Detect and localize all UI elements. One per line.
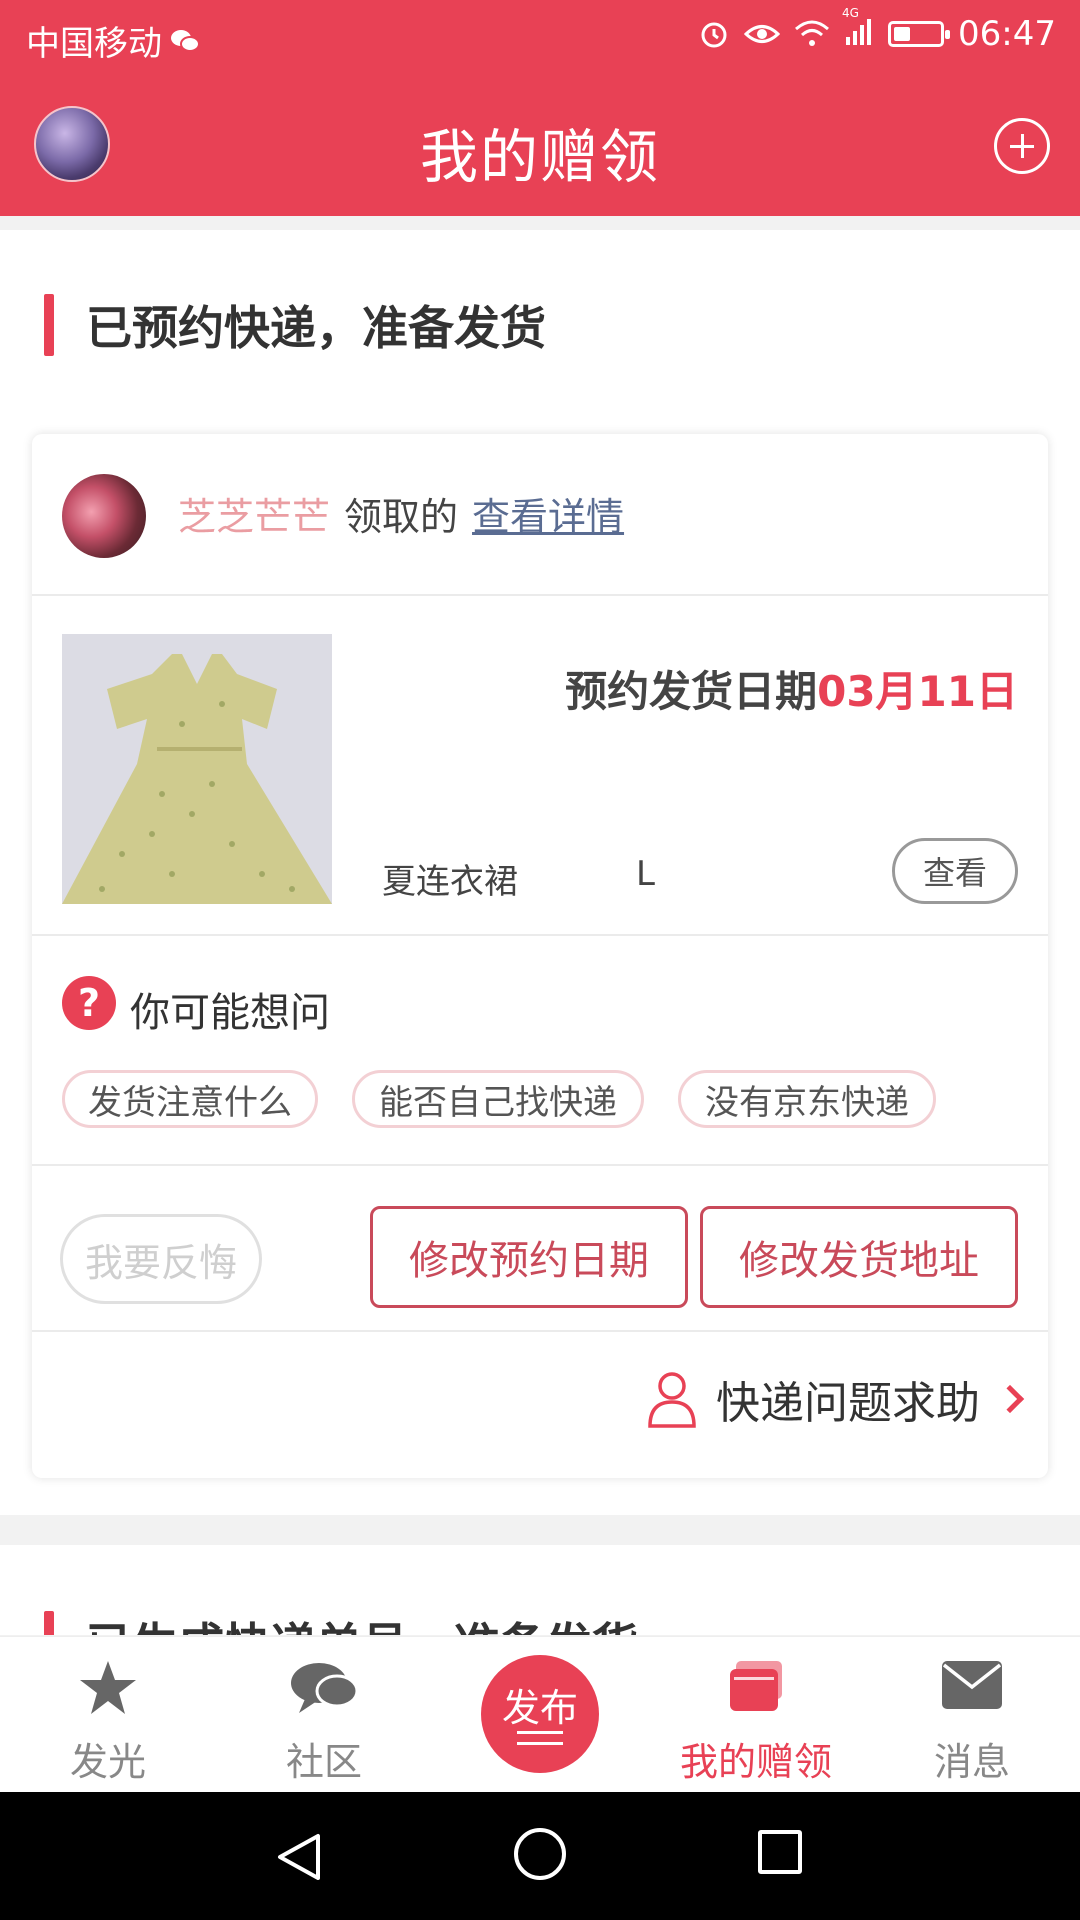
product-image[interactable] bbox=[62, 634, 332, 904]
faq-chip-shipping-notes[interactable]: 发货注意什么 bbox=[62, 1070, 318, 1128]
add-button[interactable] bbox=[994, 118, 1050, 174]
clock-label: 06:47 bbox=[958, 14, 1056, 54]
chat-bubble-icon bbox=[291, 1663, 359, 1713]
wechat-icon bbox=[171, 29, 200, 52]
chevron-right-icon bbox=[995, 1384, 1025, 1414]
divider bbox=[32, 594, 1048, 596]
faq-chip-no-jd-express[interactable]: 没有京东快递 bbox=[678, 1070, 936, 1128]
dress-image bbox=[62, 634, 332, 904]
view-details-link[interactable]: 查看详情 bbox=[472, 486, 624, 541]
mail-icon bbox=[942, 1661, 1002, 1709]
section-booked-courier: 已预约快递，准备发货 芝芝芒芒 领取的 查看详情 预约发货日期03月11日 夏连… bbox=[0, 230, 1080, 1515]
regret-button[interactable]: 我要反悔 bbox=[60, 1214, 262, 1304]
divider bbox=[32, 1330, 1048, 1332]
alarm-icon bbox=[701, 22, 727, 48]
back-icon[interactable] bbox=[274, 1832, 324, 1882]
recent-apps-icon[interactable] bbox=[758, 1830, 802, 1874]
network-type-label: 4G bbox=[842, 6, 859, 20]
status-bar: 中国移动 4G 06:47 bbox=[0, 0, 1080, 74]
publish-label: 发布 bbox=[501, 1686, 578, 1730]
order-card: 芝芝芒芒 领取的 查看详情 预约发货日期03月11日 夏连衣裙 L 查看 ? 你… bbox=[32, 434, 1048, 1478]
section-title: 已预约快递，准备发货 bbox=[86, 301, 546, 355]
receiver-name[interactable]: 芝芝芒芒 bbox=[178, 486, 330, 541]
nav-item-messages[interactable]: 消息 bbox=[864, 1637, 1080, 1793]
signal-icon bbox=[846, 19, 872, 45]
nav-label: 发光 bbox=[69, 1740, 146, 1784]
nav-item-my-gifts[interactable]: 我的赠领 bbox=[648, 1637, 864, 1793]
section-title: 已生成快递单号，准备发货 bbox=[86, 1609, 638, 1635]
section-accent-bar bbox=[44, 294, 54, 356]
receive-action-text: 领取的 bbox=[344, 495, 459, 539]
courier-help-text: 快递问题求助 bbox=[716, 1378, 980, 1429]
app-header: 我的赠领 bbox=[0, 74, 1080, 216]
product-size: L bbox=[636, 854, 655, 894]
nav-label: 我的赠领 bbox=[679, 1740, 832, 1784]
ship-date-label: 预约发货日期 bbox=[565, 667, 818, 716]
nav-label: 社区 bbox=[285, 1740, 362, 1784]
view-button[interactable]: 查看 bbox=[892, 838, 1018, 904]
publish-button[interactable]: 发布 bbox=[481, 1655, 599, 1773]
change-address-button[interactable]: 修改发货地址 bbox=[700, 1206, 1018, 1308]
carrier-label: 中国移动 bbox=[26, 24, 162, 64]
nav-item-community[interactable]: 社区 bbox=[216, 1637, 432, 1793]
person-icon bbox=[648, 1372, 696, 1428]
nav-label: 消息 bbox=[933, 1740, 1010, 1784]
faq-chip-own-courier[interactable]: 能否自己找快递 bbox=[352, 1070, 644, 1128]
ship-date: 预约发货日期03月11日 bbox=[565, 658, 1018, 719]
page-title: 我的赠领 bbox=[419, 123, 660, 191]
menu-lines-icon bbox=[517, 1731, 563, 1745]
faq-title: 你可能想问 bbox=[130, 990, 330, 1036]
courier-help-row[interactable]: 快递问题求助 bbox=[646, 1364, 1025, 1434]
question-icon: ? bbox=[62, 976, 116, 1030]
wifi-icon bbox=[795, 20, 830, 46]
ship-date-value: 03月11日 bbox=[817, 667, 1018, 716]
nav-item-publish[interactable]: 发布 bbox=[432, 1637, 648, 1793]
section-tracking-created: 已生成快递单号，准备发货 bbox=[0, 1545, 1080, 1635]
battery-icon bbox=[888, 21, 951, 47]
change-date-button[interactable]: 修改预约日期 bbox=[370, 1206, 688, 1308]
system-nav-bar bbox=[0, 1792, 1080, 1920]
home-icon[interactable] bbox=[514, 1828, 566, 1880]
nav-item-shine[interactable]: 发光 bbox=[0, 1637, 216, 1793]
divider bbox=[32, 934, 1048, 936]
bottom-nav: 发光 社区 发布 我的赠领 消息 bbox=[0, 1636, 1080, 1792]
divider bbox=[32, 1164, 1048, 1166]
section-accent-bar bbox=[44, 1611, 54, 1635]
receiver-avatar[interactable] bbox=[62, 474, 146, 558]
eye-icon bbox=[744, 25, 781, 43]
product-name: 夏连衣裙 bbox=[382, 862, 518, 902]
star-icon bbox=[80, 1661, 136, 1714]
wallet-icon bbox=[730, 1661, 782, 1711]
